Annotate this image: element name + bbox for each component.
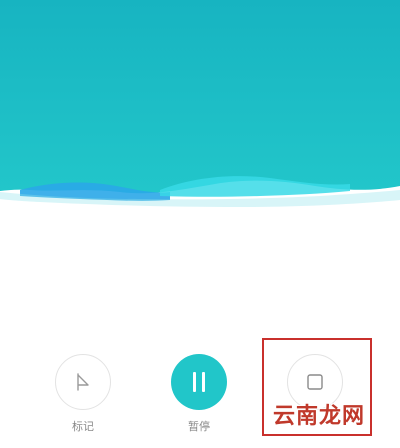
pause-icon — [171, 354, 227, 410]
waveform-graphic — [0, 0, 400, 215]
mark-button[interactable] — [55, 354, 111, 410]
pause-button[interactable] — [171, 354, 227, 410]
wave-fill — [0, 0, 400, 194]
pause-label: 暂停 — [188, 420, 210, 433]
flag-icon — [77, 373, 89, 391]
mark-label: 标记 — [72, 420, 94, 433]
recording-waveform — [0, 0, 400, 215]
watermark: 云南龙网 — [272, 404, 365, 429]
